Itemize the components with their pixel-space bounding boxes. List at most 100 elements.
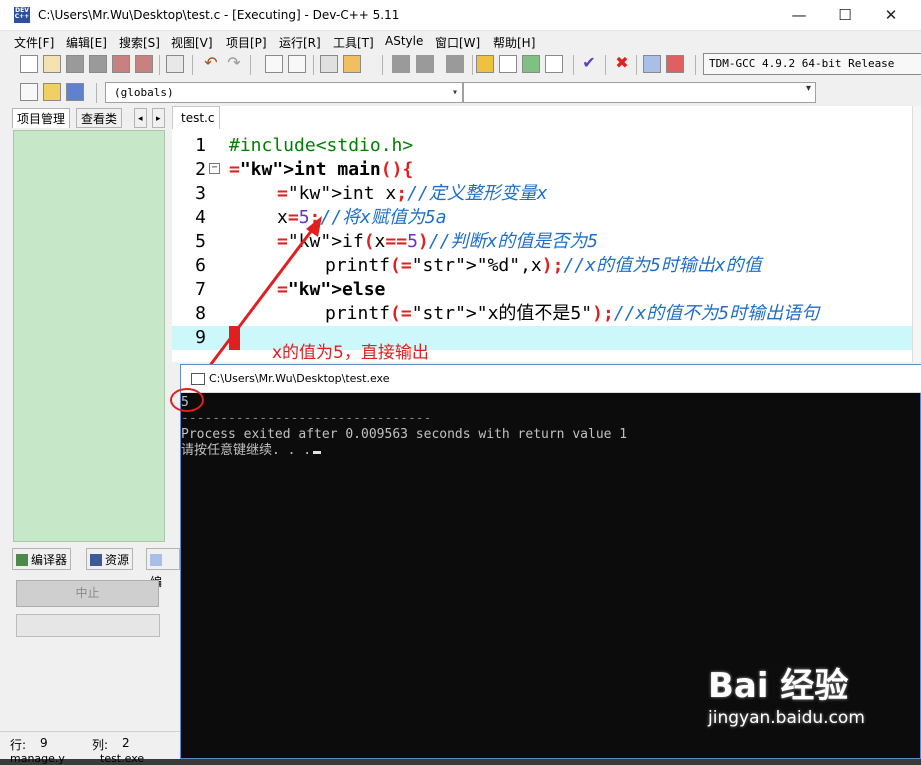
code-text: }	[229, 326, 240, 350]
menu-run[interactable]: 运行[R]	[279, 34, 321, 51]
main-toolbar: ↶ ↷ ✔ ✖ TDM-GCC 4.9.2 64-bit Release	[10, 51, 921, 79]
abort-button[interactable]: 中止	[16, 580, 159, 607]
col-value: 2	[122, 736, 130, 750]
console-exit-line: Process exited after 0.009563 seconds wi…	[181, 427, 628, 442]
menu-help[interactable]: 帮助[H]	[493, 34, 535, 51]
add-member-icon[interactable]	[43, 83, 61, 101]
console-title: C:\Users\Mr.Wu\Desktop\test.exe	[209, 372, 390, 385]
bookmark-icon[interactable]	[343, 55, 361, 73]
fold-minus-icon[interactable]: −	[209, 163, 220, 174]
minimize-button[interactable]: —	[776, 0, 822, 31]
compile-run-icon[interactable]	[522, 55, 540, 73]
toolbar-divider	[695, 55, 696, 75]
toolbar-divider	[573, 55, 574, 75]
insert-icon[interactable]	[66, 83, 84, 101]
console-window: C:\Users\Mr.Wu\Desktop\test.exe 5 ------…	[180, 364, 921, 759]
undo-icon[interactable]: ↶	[202, 55, 220, 73]
tab-resources[interactable]: 资源	[86, 548, 134, 570]
bottom-panel: 编译器 资源 编 中止	[10, 546, 180, 736]
tab-project-manager[interactable]: 项目管理	[12, 108, 71, 128]
tab-compiler[interactable]: 编译器	[12, 548, 72, 570]
stop-execution-icon[interactable]: ✖	[613, 55, 631, 73]
profile-chart-icon[interactable]	[643, 55, 661, 73]
menu-file[interactable]: 文件[F]	[14, 34, 54, 51]
close-file-icon[interactable]	[112, 55, 130, 73]
line-number: 2	[195, 159, 206, 180]
line-number: 9	[195, 327, 206, 348]
menu-window[interactable]: 窗口[W]	[435, 34, 480, 51]
maximize-button[interactable]: ☐	[822, 0, 868, 31]
console-output[interactable]: 5 -------------------------------- Proce…	[181, 393, 921, 760]
project-tree[interactable]	[13, 130, 165, 542]
syntax-check-icon[interactable]: ✔	[580, 55, 598, 73]
run-icon[interactable]	[499, 55, 517, 73]
menu-view[interactable]: 视图[V]	[171, 34, 213, 51]
globals-combo[interactable]: (globals) ▾	[105, 82, 463, 103]
code-line: 7 ="kw">else	[172, 278, 921, 302]
console-title-bar: C:\Users\Mr.Wu\Desktop\test.exe	[181, 365, 921, 393]
toolbar-divider	[192, 55, 193, 75]
find-icon[interactable]	[265, 55, 283, 73]
compiler-select[interactable]: TDM-GCC 4.9.2 64-bit Release	[703, 53, 921, 75]
menu-project[interactable]: 项目[P]	[226, 34, 267, 51]
annotation-circle	[170, 388, 204, 412]
code-text: ="kw">int main(){	[229, 159, 414, 180]
console-divider: --------------------------------	[181, 411, 432, 426]
open-file-icon[interactable]	[43, 55, 61, 73]
toolbar-divider	[313, 55, 314, 75]
code-line: 8 printf(="str">"x的值不是5");//x的值不为5时输出语句	[172, 302, 921, 326]
redo-icon[interactable]: ↷	[225, 55, 243, 73]
tab-scroll-left-icon[interactable]: ◂	[134, 108, 147, 128]
compile-progress	[16, 614, 160, 637]
globals-combo-value: (globals)	[114, 86, 174, 99]
line-number: 4	[195, 207, 206, 228]
menu-tools[interactable]: 工具[T]	[333, 34, 374, 51]
console-icon	[191, 373, 205, 385]
new-class-icon[interactable]	[20, 83, 38, 101]
toolbar-divider	[472, 55, 473, 75]
goto-line-icon[interactable]	[320, 55, 338, 73]
line-number: 6	[195, 255, 206, 276]
save-all-icon[interactable]	[89, 55, 107, 73]
menu-bar: 文件[F] 编辑[E] 搜索[S] 视图[V] 项目[P] 运行[R] 工具[T…	[0, 31, 921, 51]
tab-compiler-label: 编译器	[31, 553, 68, 567]
rebuild-icon[interactable]	[545, 55, 563, 73]
code-text: x=5;//将x赋值为5a	[277, 207, 447, 228]
row-label: 行:	[10, 738, 27, 752]
class-toolbar: (globals) ▾ ▾	[10, 80, 921, 106]
close-button[interactable]: ✕	[868, 0, 914, 31]
indent-icon[interactable]	[392, 55, 410, 73]
compile-icon[interactable]	[476, 55, 494, 73]
line-number: 7	[195, 279, 206, 300]
toolbar-divider	[159, 55, 160, 75]
close-all-icon[interactable]	[135, 55, 153, 73]
menu-search[interactable]: 搜索[S]	[119, 34, 160, 51]
toggle-comment-icon[interactable]	[446, 55, 464, 73]
chevron-down-icon: ▾	[805, 83, 811, 94]
print-icon[interactable]	[166, 55, 184, 73]
code-text: ="kw">if(x==5)//判断x的值是否为5	[277, 231, 599, 252]
toolbar-divider	[250, 55, 251, 75]
symbol-combo[interactable]: ▾	[463, 82, 816, 103]
menu-astyle[interactable]: AStyle	[385, 34, 423, 48]
line-number: 1	[195, 135, 206, 156]
save-icon[interactable]	[66, 55, 84, 73]
code-text: #include<stdio.h>	[229, 135, 414, 156]
log-chart-icon	[150, 554, 162, 566]
tab-scroll-right-icon[interactable]: ▸	[152, 108, 165, 128]
toolbar-divider	[605, 55, 606, 75]
replace-icon[interactable]	[288, 55, 306, 73]
unindent-icon[interactable]	[416, 55, 434, 73]
new-file-icon[interactable]	[20, 55, 38, 73]
tab-compile-log[interactable]: 编	[146, 548, 180, 589]
tab-test-c[interactable]: test.c	[172, 106, 220, 129]
code-line: 1 #include<stdio.h>	[172, 134, 921, 158]
tab-class-browser[interactable]: 查看类	[76, 108, 123, 128]
menu-edit[interactable]: 编辑[E]	[66, 34, 107, 51]
background-window-edge	[912, 106, 921, 362]
toolbar-divider	[636, 55, 637, 75]
delete-profile-icon[interactable]	[666, 55, 684, 73]
code-line: 3 ="kw">int x;//定义整形变量x	[172, 182, 921, 206]
code-area[interactable]: 1 #include<stdio.h> 2 − ="kw">int main()…	[172, 132, 921, 362]
title-bar: DEV C++ C:\Users\Mr.Wu\Desktop\test.c - […	[0, 0, 921, 31]
